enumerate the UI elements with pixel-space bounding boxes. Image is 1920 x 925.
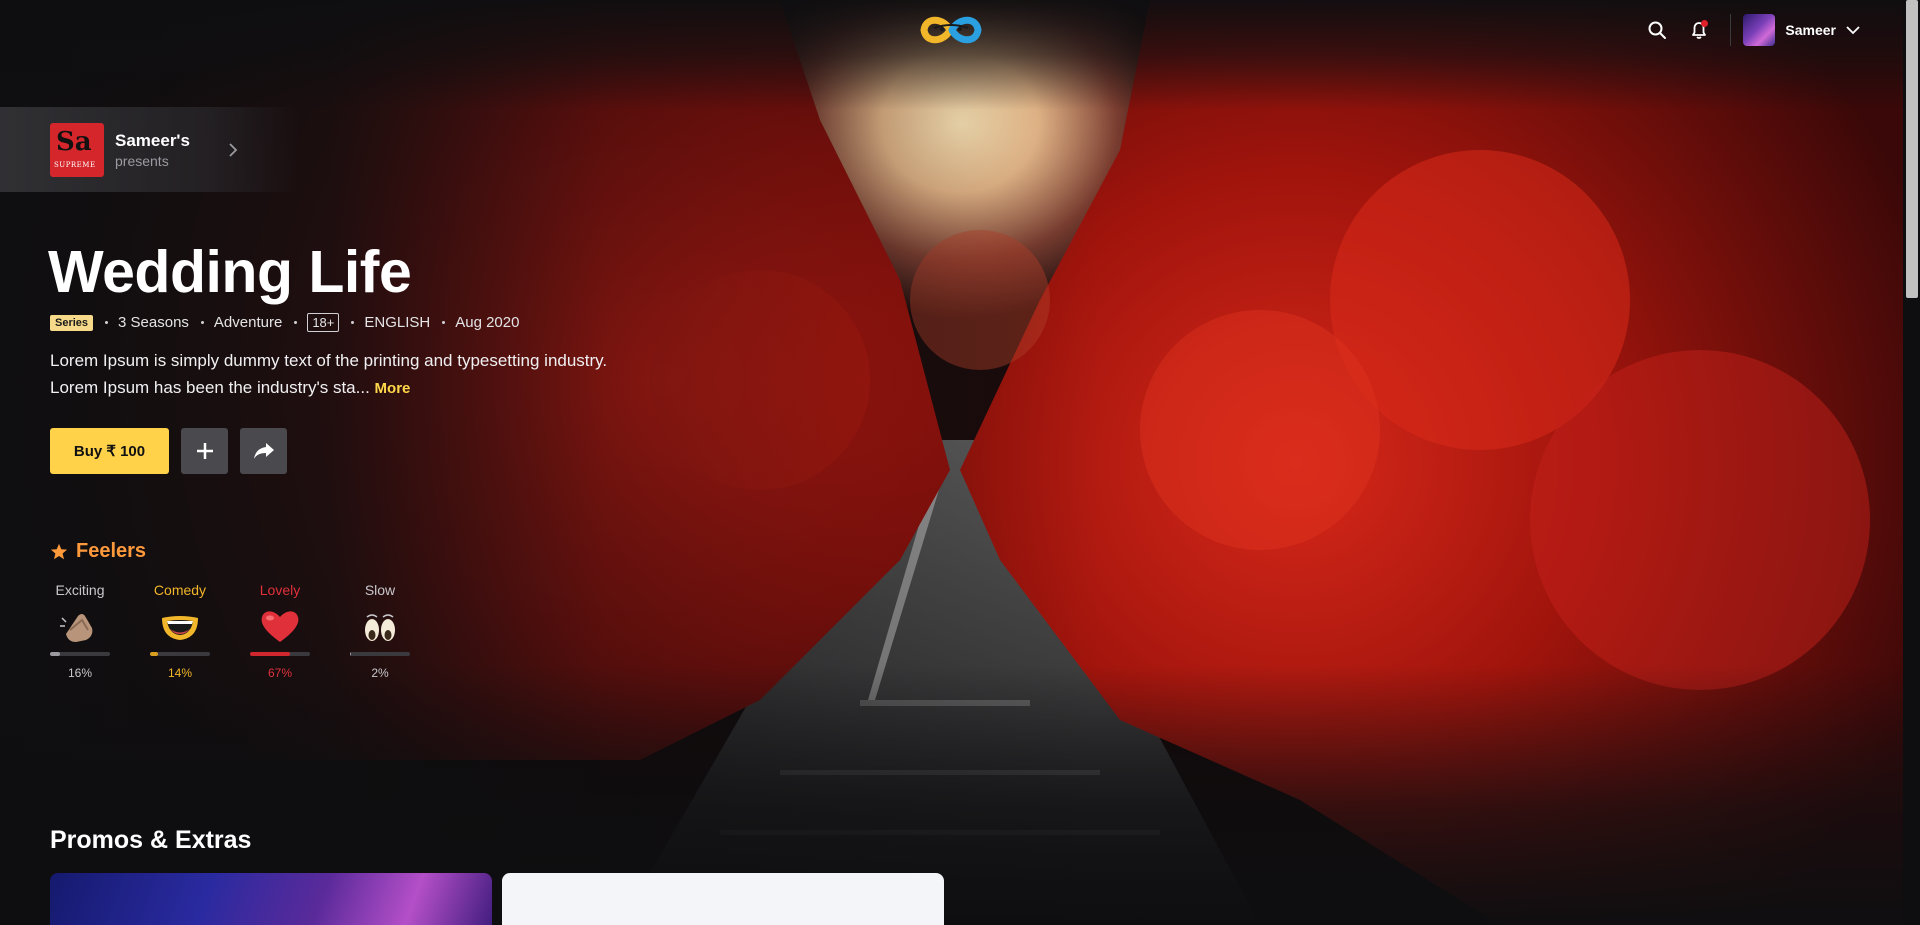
presents-text: Sameer's presents bbox=[115, 131, 190, 169]
feeler-percent: 16% bbox=[67, 666, 93, 680]
page: Sameer Sa SUPREME Sameer's presents Wedd… bbox=[0, 0, 1920, 925]
promo-card[interactable] bbox=[502, 873, 944, 925]
share-button[interactable] bbox=[240, 428, 287, 474]
profile-name[interactable]: Sameer bbox=[1785, 22, 1836, 38]
chevron-down-icon[interactable] bbox=[1846, 25, 1860, 35]
language: ENGLISH bbox=[364, 314, 431, 331]
meta-separator bbox=[442, 321, 446, 324]
feeler-fill bbox=[150, 652, 159, 656]
feeler-label: Exciting bbox=[55, 582, 105, 598]
age-rating-badge: 18+ bbox=[307, 313, 340, 332]
feelers-header: Feelers bbox=[50, 540, 146, 563]
promos-title: Promos & Extras bbox=[50, 826, 252, 854]
scrollbar-track[interactable] bbox=[1903, 0, 1920, 925]
seasons-count: 3 Seasons bbox=[118, 314, 189, 331]
feeler-comedy[interactable]: Comedy 14% bbox=[150, 582, 250, 680]
feelers-list: Exciting 16% Comedy 14% Lovely 67% Slow … bbox=[50, 582, 450, 680]
show-meta: Series 3 Seasons Adventure 18+ ENGLISH A… bbox=[50, 313, 519, 332]
feelers-title: Feelers bbox=[76, 540, 147, 562]
feeler-fill bbox=[250, 652, 291, 656]
feeler-progress-bar bbox=[150, 652, 210, 656]
feeler-label: Comedy bbox=[153, 582, 207, 598]
avatar[interactable] bbox=[1743, 14, 1776, 46]
search-icon[interactable] bbox=[1636, 14, 1678, 46]
type-badge: Series bbox=[50, 314, 94, 331]
meta-separator bbox=[294, 321, 298, 324]
chevron-right-icon[interactable] bbox=[228, 142, 238, 158]
promo-card[interactable] bbox=[50, 873, 492, 925]
show-description: Lorem Ipsum is simply dummy text of the … bbox=[50, 347, 610, 402]
share-icon bbox=[253, 443, 274, 459]
feeler-fill bbox=[50, 652, 60, 656]
bell-icon[interactable] bbox=[1678, 14, 1720, 46]
feeler-progress-bar bbox=[350, 652, 410, 656]
add-to-list-button[interactable] bbox=[181, 428, 228, 474]
more-link[interactable]: More bbox=[375, 380, 411, 397]
feeler-progress-bar bbox=[250, 652, 310, 656]
studio-logo: Sa SUPREME bbox=[50, 122, 104, 177]
star-icon bbox=[50, 543, 68, 559]
feeler-percent: 67% bbox=[267, 666, 293, 680]
feeler-lovely[interactable]: Lovely 67% bbox=[250, 582, 350, 680]
header-actions: Sameer bbox=[1636, 14, 1860, 46]
clapping-hands-icon bbox=[56, 604, 104, 648]
header-divider bbox=[1730, 14, 1732, 46]
feeler-percent: 14% bbox=[167, 666, 193, 680]
presents-sub: presents bbox=[115, 152, 169, 169]
feeler-label: Lovely bbox=[259, 582, 301, 598]
plus-icon bbox=[196, 443, 213, 459]
buy-button[interactable]: Buy ₹ 100 bbox=[50, 428, 169, 474]
meta-separator bbox=[200, 321, 204, 324]
feeler-exciting[interactable]: Exciting 16% bbox=[50, 582, 150, 680]
heart-icon bbox=[256, 604, 304, 648]
presents-name: Sameer's bbox=[115, 130, 190, 150]
presents-bar[interactable]: Sa SUPREME Sameer's presents bbox=[0, 107, 300, 192]
infinity-logo[interactable] bbox=[918, 10, 984, 50]
meta-separator bbox=[105, 321, 109, 324]
description-text: Lorem Ipsum is simply dummy text of the … bbox=[50, 351, 608, 397]
feeler-progress-bar bbox=[50, 652, 110, 656]
meta-separator bbox=[351, 321, 355, 324]
genre: Adventure bbox=[213, 314, 283, 331]
feeler-fill bbox=[350, 652, 352, 656]
scrollbar-thumb[interactable] bbox=[1906, 0, 1918, 298]
show-title: Wedding Life bbox=[48, 239, 412, 305]
eyes-icon bbox=[356, 604, 404, 648]
release-date: Aug 2020 bbox=[455, 314, 520, 331]
action-buttons: Buy ₹ 100 bbox=[50, 428, 287, 474]
laughing-face-icon bbox=[156, 604, 204, 648]
feeler-slow[interactable]: Slow 2% bbox=[350, 582, 450, 680]
feeler-label: Slow bbox=[364, 582, 396, 598]
feeler-percent: 2% bbox=[371, 666, 389, 680]
profile-menu[interactable]: Sameer bbox=[1743, 14, 1860, 46]
